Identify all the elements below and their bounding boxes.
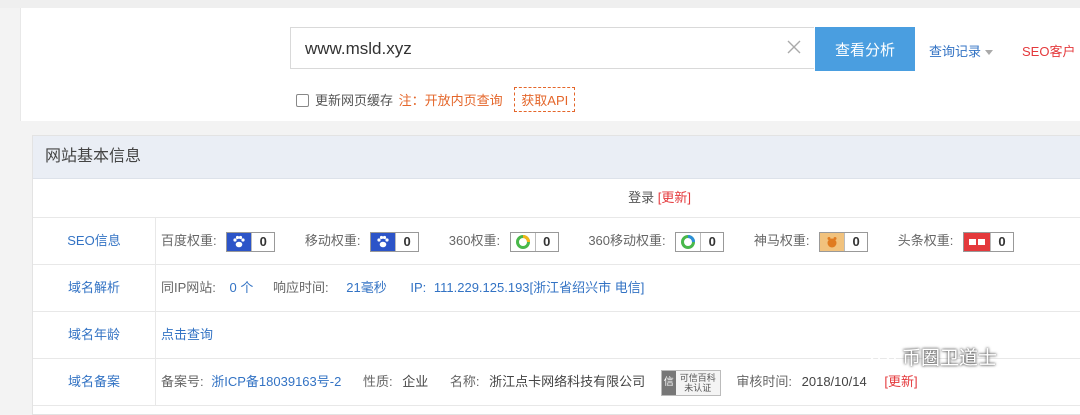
same-ip-count-link[interactable]: 0 个	[230, 280, 254, 295]
weight-name: 移动权重:	[304, 233, 361, 248]
weight-value: 0	[403, 233, 411, 249]
icp-type-label: 性质:	[362, 374, 393, 389]
weight-name: 头条权重:	[897, 233, 954, 248]
shenma-weight[interactable]: 神马权重: 0	[753, 218, 869, 264]
ip-value-link[interactable]: 111.229.125.193[浙江省绍兴市 电信]	[434, 280, 645, 295]
search-input[interactable]	[303, 28, 777, 70]
weight-name: 神马权重:	[753, 233, 810, 248]
weight-badge: 0	[226, 231, 276, 252]
weight-value: 0	[852, 233, 860, 249]
cert-line-1: 可信百科	[679, 372, 716, 383]
icp-update-link[interactable]: [更新]	[884, 374, 917, 389]
weight-name: 360移动权重:	[588, 233, 666, 248]
response-time-value: 21毫秒	[346, 280, 387, 295]
inner-page-note[interactable]: 注：开放内页查询	[399, 93, 503, 108]
weight-badge: 0	[819, 231, 869, 252]
search-options: 更新网页缓存 注：开放内页查询 获取API	[296, 87, 576, 112]
360-ring-icon	[676, 232, 702, 251]
baidu-paw-icon	[227, 232, 253, 251]
watermark-text: 币圈卫道士	[902, 348, 998, 369]
weight-badge: 0	[370, 231, 420, 252]
weight-name: 360权重:	[448, 233, 501, 248]
icp-label[interactable]: 域名备案	[33, 359, 156, 405]
baidu-weight[interactable]: 百度权重: 0	[161, 218, 276, 264]
get-api-button[interactable]: 获取API	[514, 87, 576, 112]
query-history-dropdown[interactable]: 查询记录	[929, 41, 994, 60]
weight-value: 0	[259, 233, 267, 249]
login-link[interactable]: 登录	[628, 190, 654, 205]
dns-row: 域名解析 同IP网站: 0 个 响应时间: 21毫秒 IP: 111.229.1…	[33, 265, 1080, 312]
icp-type-value: 企业	[402, 374, 429, 389]
360-mobile-weight[interactable]: 360移动权重: 0	[588, 218, 725, 264]
trust-cert-icon: 信	[661, 370, 676, 395]
trust-cert-text: 可信百科 未认证	[676, 373, 720, 393]
seo-weights: 百度权重: 0 移动权重: 0 360权重: 0 360移动权重: 0 神马权重…	[161, 218, 1080, 264]
weight-name: 百度权重:	[161, 233, 217, 248]
query-history-label: 查询记录	[929, 44, 982, 59]
shenma-icon	[820, 232, 846, 251]
weight-value: 0	[708, 233, 716, 249]
mobile-weight[interactable]: 移动权重: 0	[304, 218, 420, 264]
weight-value: 0	[543, 233, 551, 249]
clear-icon[interactable]	[784, 37, 804, 57]
response-time-label: 响应时间:	[273, 280, 329, 295]
toutiao-weight[interactable]: 头条权重: 0	[898, 218, 1014, 264]
panel-title: 网站基本信息	[33, 136, 1080, 179]
dns-content: 同IP网站: 0 个 响应时间: 21毫秒 IP: 111.229.125.19…	[161, 265, 1080, 311]
age-query-link[interactable]: 点击查询	[161, 327, 213, 342]
seo-info-row: SEO信息 百度权重: 0 移动权重: 0 360权重: 0 360移动权重: …	[33, 218, 1080, 265]
update-cache-label: 更新网页缓存	[315, 93, 394, 108]
trust-wiki-badge[interactable]: 信 可信百科 未认证	[660, 369, 721, 396]
site-info-panel: 网站基本信息 登录 [更新] SEO信息 百度权重: 0 移动权重: 0 360…	[32, 135, 1080, 415]
seo-info-label[interactable]: SEO信息	[33, 218, 156, 264]
toutiao-icon	[964, 232, 991, 251]
wechat-watermark: 币圈卫道士	[870, 343, 997, 370]
cert-line-2: 未认证	[684, 382, 712, 393]
weight-value: 0	[998, 233, 1006, 249]
baidu-paw-icon	[371, 232, 397, 251]
icp-no-label: 备案号:	[161, 374, 204, 389]
360-weight[interactable]: 360权重: 0	[449, 218, 559, 264]
weight-badge: 0	[509, 231, 559, 252]
login-update-link[interactable]: [更新]	[658, 190, 691, 205]
search-box	[290, 27, 814, 70]
weight-badge: 0	[675, 231, 725, 252]
icp-name-value: 浙江点卡网络科技有限公司	[489, 374, 646, 389]
search-button[interactable]: 查看分析	[815, 27, 915, 71]
caret-down-icon	[985, 50, 994, 56]
update-cache-checkbox[interactable]	[296, 94, 309, 107]
domain-age-label[interactable]: 域名年龄	[33, 312, 156, 358]
same-ip-label: 同IP网站:	[161, 280, 216, 295]
top-strip	[0, 0, 1080, 8]
ip-label: IP:	[410, 280, 427, 295]
dns-label[interactable]: 域名解析	[33, 265, 156, 311]
audit-time-value: 2018/10/14	[801, 374, 867, 389]
seo-client-link[interactable]: SEO客户	[1022, 41, 1075, 60]
icp-no-link[interactable]: 浙ICP备18039163号-2	[211, 374, 341, 389]
icp-name-label: 名称:	[449, 374, 480, 389]
wechat-icon	[870, 346, 896, 367]
login-row: 登录 [更新]	[33, 179, 1080, 218]
360-ring-icon	[511, 232, 536, 251]
weight-badge: 0	[963, 231, 1014, 252]
audit-time-label: 审核时间:	[736, 374, 792, 389]
